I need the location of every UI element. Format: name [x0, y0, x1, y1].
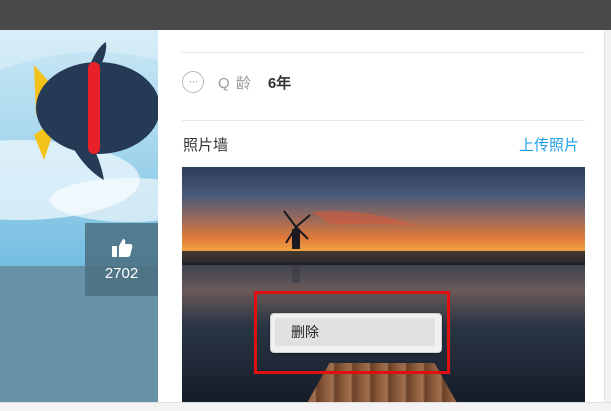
q-age-row: ··· Q 龄 6年 [182, 68, 291, 96]
context-menu: 删除 [270, 313, 442, 353]
avatar-panel: 2702 [0, 30, 158, 403]
menu-item-delete[interactable]: 删除 [275, 318, 435, 346]
divider [182, 120, 585, 121]
divider [182, 52, 585, 53]
window-titlebar [0, 0, 611, 30]
more-dots-icon: ··· [182, 71, 204, 93]
photo-wall-title: 照片墙 [183, 137, 229, 154]
window-border-right [604, 30, 611, 411]
q-age-label: Q 龄 [218, 74, 252, 92]
q-age-value: 6年 [267, 74, 292, 92]
like-button[interactable]: 2702 [85, 223, 158, 296]
upload-photo-link[interactable]: 上传照片 [519, 134, 579, 155]
like-count: 2702 [104, 264, 139, 282]
thumbs-up-icon [111, 238, 133, 263]
window-border-bottom [0, 402, 611, 411]
